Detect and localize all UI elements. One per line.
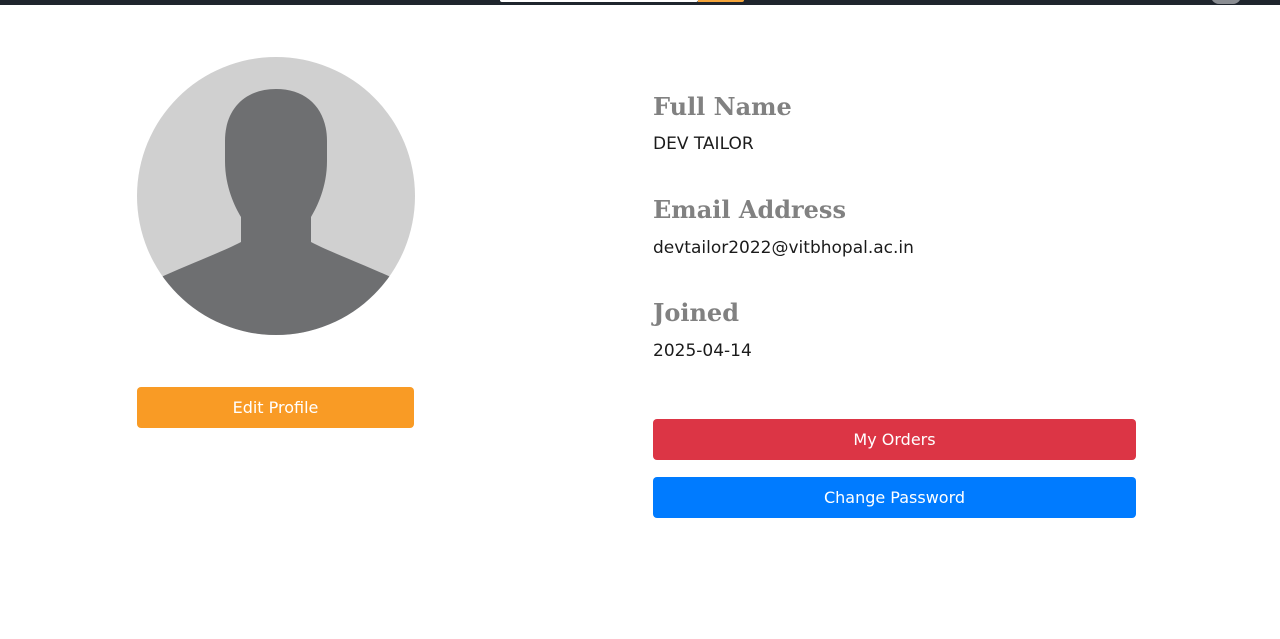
search-button[interactable] (698, 0, 744, 2)
my-orders-button[interactable]: My Orders (653, 419, 1136, 460)
profile-avatar (137, 57, 415, 335)
full-name-label: Full Name (653, 92, 792, 121)
user-menu-avatar[interactable] (1211, 0, 1241, 4)
top-navbar (0, 0, 1280, 5)
search-input[interactable] (500, 0, 698, 2)
email-address-label: Email Address (653, 195, 846, 224)
full-name-value: DEV TAILOR (653, 134, 754, 154)
default-user-avatar-icon (137, 57, 415, 335)
edit-profile-button[interactable]: Edit Profile (137, 387, 414, 428)
change-password-button[interactable]: Change Password (653, 477, 1136, 518)
joined-label: Joined (653, 298, 739, 327)
email-address-value: devtailor2022@vitbhopal.ac.in (653, 238, 914, 258)
joined-value: 2025-04-14 (653, 341, 752, 361)
